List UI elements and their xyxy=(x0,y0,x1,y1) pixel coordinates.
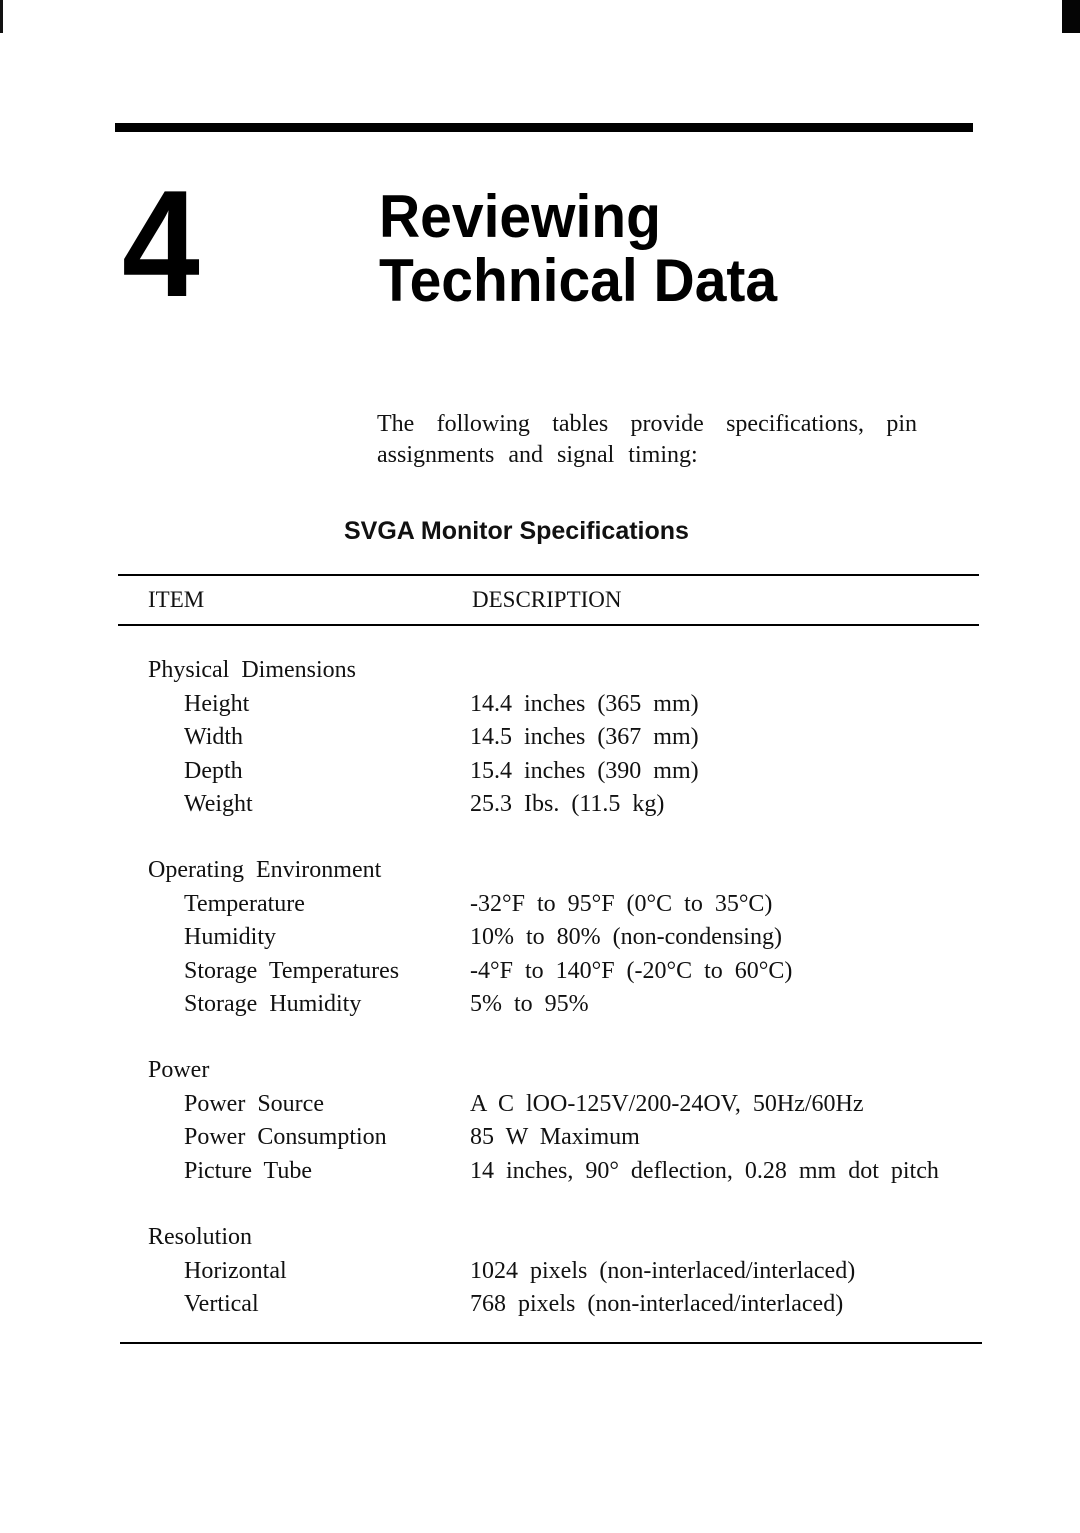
row-description-value: 1024 pixels (non-interlaced/interlaced) xyxy=(470,1257,856,1284)
chapter-title-line-2: Technical Data xyxy=(379,247,778,314)
chapter-title-line-1: Reviewing xyxy=(379,183,661,250)
scan-edge-mark-left xyxy=(0,0,3,33)
row-item-label: Vertical xyxy=(184,1291,259,1317)
intro-paragraph: The following tables provide specificati… xyxy=(377,411,917,468)
row-item-label: Power Source xyxy=(184,1090,324,1117)
row-item-label: Horizontal xyxy=(184,1257,287,1284)
column-header-item: ITEM xyxy=(148,587,205,612)
chapter-top-rule xyxy=(115,123,973,132)
table-title: SVGA Monitor Specifications xyxy=(344,517,689,545)
row-item-label: Depth xyxy=(184,757,243,784)
row-description-value: 10% to 80% (non-condensing) xyxy=(470,924,782,950)
row-item-label: Humidity xyxy=(184,924,277,950)
row-description-value: 25.3 Ibs. (11.5 kg) xyxy=(470,791,665,817)
chapter-title: Reviewing Technical Data xyxy=(379,185,777,313)
row-description-value: 14.4 inches (365 mm) xyxy=(470,690,699,717)
row-description-value: A C lOO-125V/200-24OV, 50Hz/60Hz xyxy=(470,1090,864,1117)
row-description-value: 768 pixels (non-interlaced/interlaced) xyxy=(470,1291,844,1317)
row-description-value: -32°F to 95°F (0°C to 35°C) xyxy=(470,890,773,917)
row-item-label: Temperature xyxy=(184,890,305,917)
row-description-value: 5% to 95% xyxy=(470,991,589,1017)
row-description-value: 15.4 inches (390 mm) xyxy=(470,757,699,784)
table-top-rule xyxy=(118,574,979,576)
row-item-label: Height xyxy=(184,690,250,717)
scan-edge-mark-right xyxy=(1062,0,1080,33)
row-description-value: 85 W Maximum xyxy=(470,1124,640,1150)
column-header-description: DESCRIPTION xyxy=(472,587,622,612)
table-bottom-rule xyxy=(120,1342,982,1344)
row-item-label: Power Consumption xyxy=(184,1124,387,1150)
row-item-label: Width xyxy=(184,724,244,750)
row-description-value: 14.5 inches (367 mm) xyxy=(470,724,699,750)
row-item-label: Storage Temperatures xyxy=(184,957,400,984)
group-heading: Resolution xyxy=(148,1224,253,1250)
table-header-rule xyxy=(118,624,979,626)
row-item-label: Weight xyxy=(184,791,253,817)
row-item-label: Picture Tube xyxy=(184,1157,313,1184)
group-heading: Power xyxy=(148,1057,210,1083)
group-heading: Physical Dimensions xyxy=(148,657,356,683)
row-item-label: Storage Humidity xyxy=(184,991,362,1017)
row-description-value: -4°F to 140°F (-20°C to 60°C) xyxy=(470,957,793,984)
chapter-number: 4 xyxy=(122,159,200,329)
group-heading: Operating Environment xyxy=(148,857,382,883)
row-description-value: 14 inches, 90° deflection, 0.28 mm dot p… xyxy=(470,1157,939,1184)
